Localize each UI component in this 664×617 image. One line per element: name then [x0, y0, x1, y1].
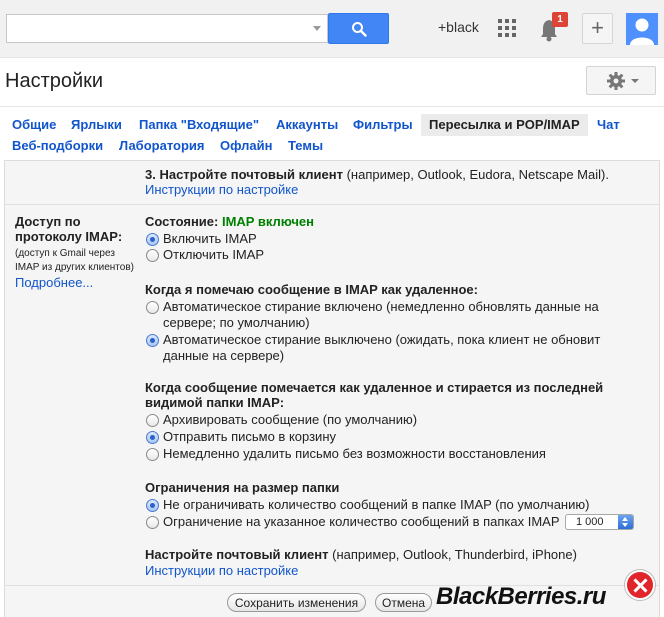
page-title: Настройки [5, 70, 104, 92]
pop-step3-bold: 3. Настройте почтовый клиент [145, 167, 343, 182]
user-silhouette-icon [630, 18, 654, 45]
expunge-section-title-line2: видимой папки IMAP: [145, 395, 285, 410]
imap-client-rest: (например, Outlook, Thunderbird, iPhone) [328, 547, 577, 562]
tab-themes[interactable]: Темы [288, 135, 323, 157]
tab-inbox[interactable]: Папка "Входящие" [139, 114, 259, 136]
watermark-logo-icon [625, 570, 655, 600]
delete-forever-radio[interactable] [146, 448, 159, 461]
limits-section-title: Ограничения на размер папки [145, 480, 340, 495]
tab-forwarding-pop-imap[interactable]: Пересылка и POP/IMAP [421, 114, 588, 136]
section-divider [4, 204, 660, 205]
save-changes-button[interactable]: Сохранить изменения [227, 593, 366, 612]
limit-label[interactable]: Ограничение на указанное количество сооб… [163, 514, 560, 529]
tab-general[interactable]: Общие [12, 114, 56, 136]
imap-status: Состояние: IMAP включен [145, 214, 314, 229]
auto-expunge-on-line2[interactable]: сервере; по умолчанию) [163, 315, 310, 330]
plus-icon: + [591, 15, 604, 40]
imap-enable-radio[interactable] [146, 233, 159, 246]
expunge-section-title-line1: Когда сообщение помечается как удаленное… [145, 380, 604, 395]
imap-client-bold: Настройте почтовый клиент [145, 547, 329, 562]
imap-instructions-link[interactable]: Инструкции по настройке [145, 563, 298, 578]
search-icon [352, 22, 367, 37]
apps-grid-icon[interactable] [498, 19, 518, 39]
notification-count-badge: 1 [552, 12, 568, 27]
deleted-section-title: Когда я помечаю сообщение в IMAP как уда… [145, 282, 478, 297]
imap-learn-more-link[interactable]: Подробнее... [15, 275, 93, 290]
limit-count-value: 1 000 [576, 516, 604, 528]
tab-labels[interactable]: Ярлыки [71, 114, 122, 136]
trash-label[interactable]: Отправить письмо в корзину [163, 429, 336, 444]
limit-count-select[interactable]: 1 000 [565, 514, 634, 530]
search-input[interactable] [6, 14, 328, 43]
auto-expunge-on-radio[interactable] [146, 301, 159, 314]
settings-gear-button[interactable] [586, 66, 656, 95]
archive-radio[interactable] [146, 414, 159, 427]
imap-enable-label[interactable]: Включить IMAP [163, 231, 257, 246]
delete-forever-label[interactable]: Немедленно удалить письмо без возможност… [163, 446, 546, 461]
watermark: BlackBerries.ru [436, 583, 606, 610]
imap-disable-radio[interactable] [146, 249, 159, 262]
tab-labs[interactable]: Лаборатория [119, 135, 204, 157]
avatar[interactable] [626, 13, 658, 45]
tab-filters[interactable]: Фильтры [353, 114, 413, 136]
imap-note-line1: (доступ к Gmail через [15, 248, 115, 259]
chevron-down-icon [631, 79, 639, 83]
no-limit-label[interactable]: Не ограничивать количество сообщений в п… [163, 497, 589, 512]
imap-status-label: Состояние: [145, 214, 222, 229]
auto-expunge-off-radio[interactable] [146, 334, 159, 347]
pop-step3-rest: (например, Outlook, Eudora, Netscape Mai… [342, 167, 609, 182]
imap-label-line2: протоколу IMAP: [15, 229, 123, 244]
gear-icon [607, 72, 625, 90]
imap-disable-label[interactable]: Отключить IMAP [163, 247, 264, 262]
share-plus-button[interactable]: + [582, 13, 613, 44]
tab-accounts[interactable]: Аккаунты [276, 114, 338, 136]
auto-expunge-off-line1[interactable]: Автоматическое стирание выключено (ожида… [163, 332, 600, 347]
search-options-caret-icon[interactable] [313, 26, 321, 31]
limit-radio[interactable] [146, 516, 159, 529]
imap-status-value: IMAP включен [221, 214, 314, 229]
imap-label-line1: Доступ по [15, 214, 81, 229]
archive-label[interactable]: Архивировать сообщение (по умолчанию) [163, 412, 417, 427]
header-divider [0, 106, 664, 107]
pop-instructions-link[interactable]: Инструкции по настройке [145, 182, 298, 197]
tab-offline[interactable]: Офлайн [220, 135, 273, 157]
auto-expunge-off-line2[interactable]: данные на сервере) [163, 348, 284, 363]
select-arrows-icon [618, 515, 633, 529]
no-limit-radio[interactable] [146, 499, 159, 512]
user-profile-link[interactable]: +black [438, 19, 479, 35]
search-button[interactable] [328, 13, 389, 44]
trash-radio[interactable] [146, 431, 159, 444]
tab-web-clips[interactable]: Веб-подборки [12, 135, 103, 157]
top-bar: +black 1 + [0, 0, 664, 58]
pop-step3-text: 3. Настройте почтовый клиент (например, … [145, 167, 609, 182]
cancel-button[interactable]: Отмена [375, 593, 432, 612]
tab-chat[interactable]: Чат [597, 114, 620, 136]
auto-expunge-on-line1[interactable]: Автоматическое стирание включено (немедл… [163, 299, 599, 314]
imap-note-line2: IMAP из других клиентов) [15, 262, 134, 273]
imap-client-text: Настройте почтовый клиент (например, Out… [145, 547, 577, 562]
